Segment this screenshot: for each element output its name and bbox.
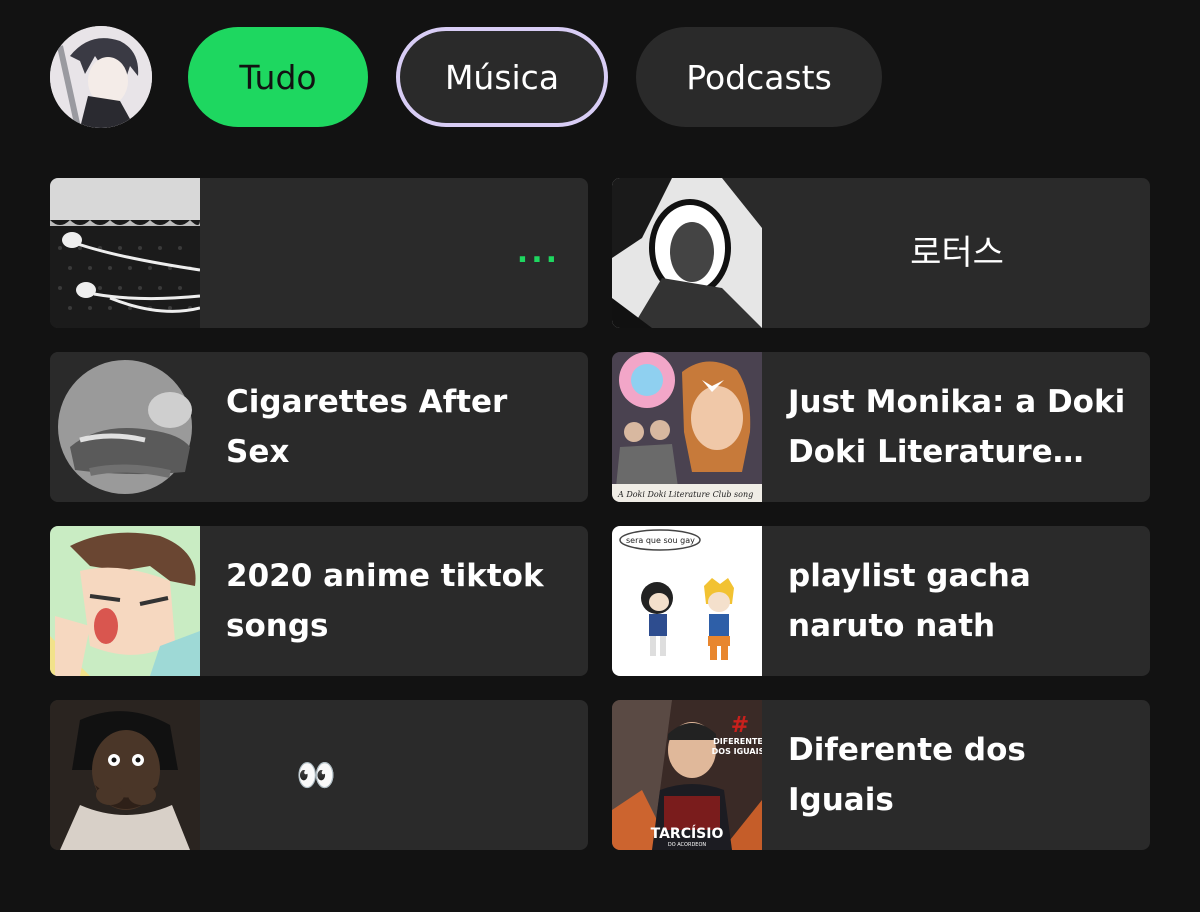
- card-title: Cigarettes After Sex: [226, 384, 508, 470]
- shortcut-card[interactable]: Cigarettes After Sex: [50, 352, 588, 502]
- filter-chip-musica[interactable]: Música: [396, 27, 608, 127]
- artist-avatar: [50, 352, 200, 502]
- filter-bar: Tudo Música Podcasts: [50, 26, 910, 128]
- shortcut-card[interactable]: # DIFERENTE DOS IGUAIS TARCÍSIO DO ACORD…: [612, 700, 1150, 850]
- playlist-cover: [50, 526, 200, 676]
- card-title: 2020 anime tiktok songs: [226, 558, 544, 644]
- card-title: Just Monika: a Doki Doki Literature Club…: [788, 384, 1126, 470]
- shortcut-card[interactable]: 로터스: [612, 178, 1150, 328]
- shortcut-card[interactable]: 👀: [50, 700, 588, 850]
- card-title: Diferente dos Iguais: [788, 732, 1026, 818]
- card-title: 로터스: [910, 233, 1004, 273]
- home-screen: Tudo Música Podcasts ... 로터스 Cigarettes …: [0, 0, 1200, 912]
- shortcut-card[interactable]: ...: [50, 178, 588, 328]
- filter-chip-tudo[interactable]: Tudo: [188, 27, 368, 127]
- album-title-line1: DIFERENTE: [713, 737, 762, 746]
- playlist-cover: [50, 178, 200, 328]
- playlist-cover: [50, 700, 200, 850]
- card-title: playlist gacha naruto nath: [788, 558, 1031, 644]
- card-title: ...: [516, 235, 560, 270]
- album-cover: # DIFERENTE DOS IGUAIS TARCÍSIO DO ACORD…: [612, 700, 762, 850]
- album-artist-name: TARCÍSIO: [651, 825, 724, 842]
- playlist-cover: [612, 178, 762, 328]
- svg-text:#: #: [731, 713, 749, 738]
- filter-chip-podcasts-label: Podcasts: [686, 57, 832, 97]
- shortcut-card[interactable]: sera que sou gay playlist gacha naruto n…: [612, 526, 1150, 676]
- shortcut-grid: ... 로터스 Cigarettes After Sex A Doki Doki…: [50, 178, 1150, 850]
- album-title-line2: DOS IGUAIS: [712, 747, 762, 756]
- album-artist-sub: DO ACORDEON: [668, 842, 707, 848]
- profile-avatar[interactable]: [50, 26, 152, 128]
- playlist-cover: A Doki Doki Literature Club song: [612, 352, 762, 502]
- card-title: 👀: [296, 756, 336, 794]
- speech-bubble-text: sera que sou gay: [626, 536, 695, 545]
- avatar-image: [50, 26, 152, 128]
- filter-chip-tudo-label: Tudo: [239, 57, 317, 97]
- playlist-cover: sera que sou gay: [612, 526, 762, 676]
- cover-caption: A Doki Doki Literature Club song: [617, 490, 753, 499]
- shortcut-card[interactable]: 2020 anime tiktok songs: [50, 526, 588, 676]
- shortcut-card[interactable]: A Doki Doki Literature Club song Just Mo…: [612, 352, 1150, 502]
- filter-chip-podcasts[interactable]: Podcasts: [636, 27, 882, 127]
- filter-chip-musica-label: Música: [444, 57, 560, 97]
